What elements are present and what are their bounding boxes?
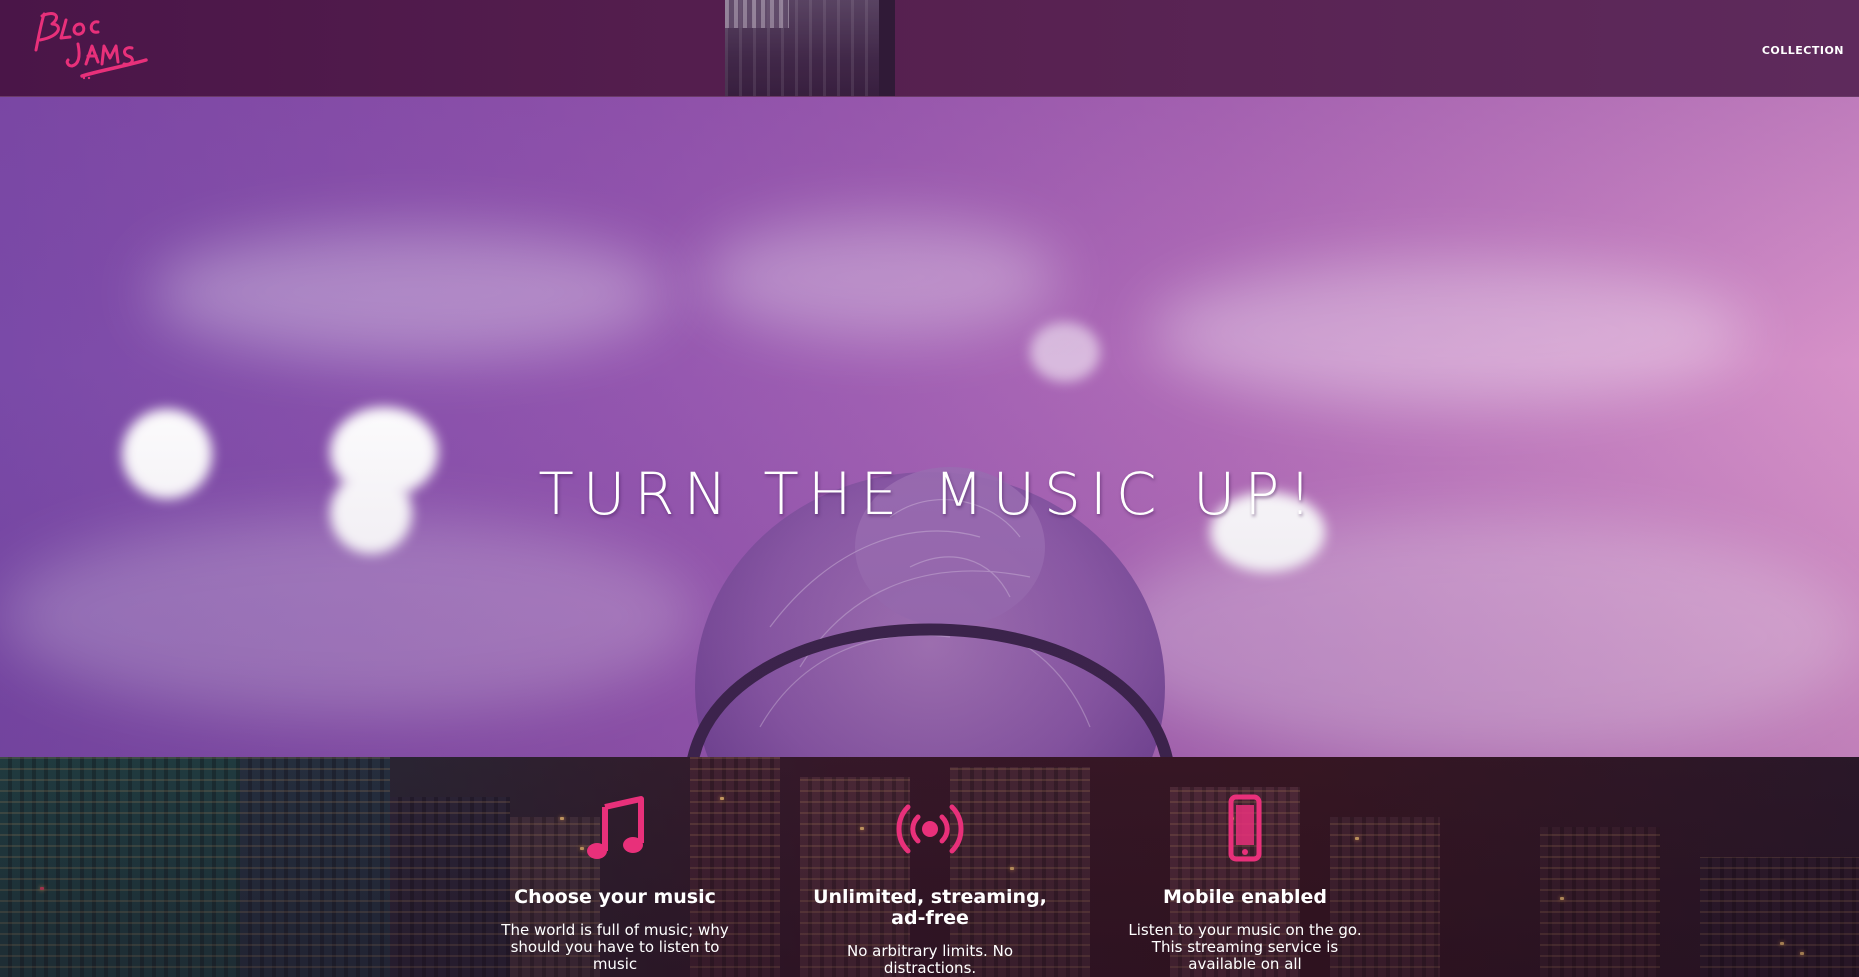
hero-title: TURN THE MUSIC UP! [538,460,1321,528]
hero-tint-overlay [0,97,1859,757]
selling-point-title: Choose your music [514,886,716,908]
hero-section: TURN THE MUSIC UP! [0,97,1859,757]
music-note-icon [587,796,644,859]
selling-point-mobile: Mobile enabled Listen to your music on t… [1115,757,1375,973]
broadcast-icon [896,804,964,854]
bloc-jams-logo[interactable] [32,6,150,82]
selling-point-text: The world is full of music; why should y… [501,921,729,973]
nav-link-collection[interactable]: COLLECTION [1762,44,1844,57]
selling-point-choose-music: Choose your music The world is full of m… [485,757,745,973]
selling-point-title: Unlimited, streaming, ad-free [813,886,1047,929]
navbar-background-building [725,0,895,96]
selling-point-streaming: Unlimited, streaming, ad-free No arbitra… [800,757,1060,977]
selling-points-section: Choose your music The world is full of m… [0,757,1859,977]
mobile-phone-icon [1228,794,1262,862]
selling-point-text: No arbitrary limits. No distractions. [846,942,1013,977]
selling-point-title: Mobile enabled [1163,886,1327,908]
selling-point-text: Listen to your music on the go. This str… [1128,921,1362,973]
landing-page: COLLECTION TURN THE MUSIC UP! Choose you… [0,0,1859,977]
navbar: COLLECTION [0,0,1859,97]
